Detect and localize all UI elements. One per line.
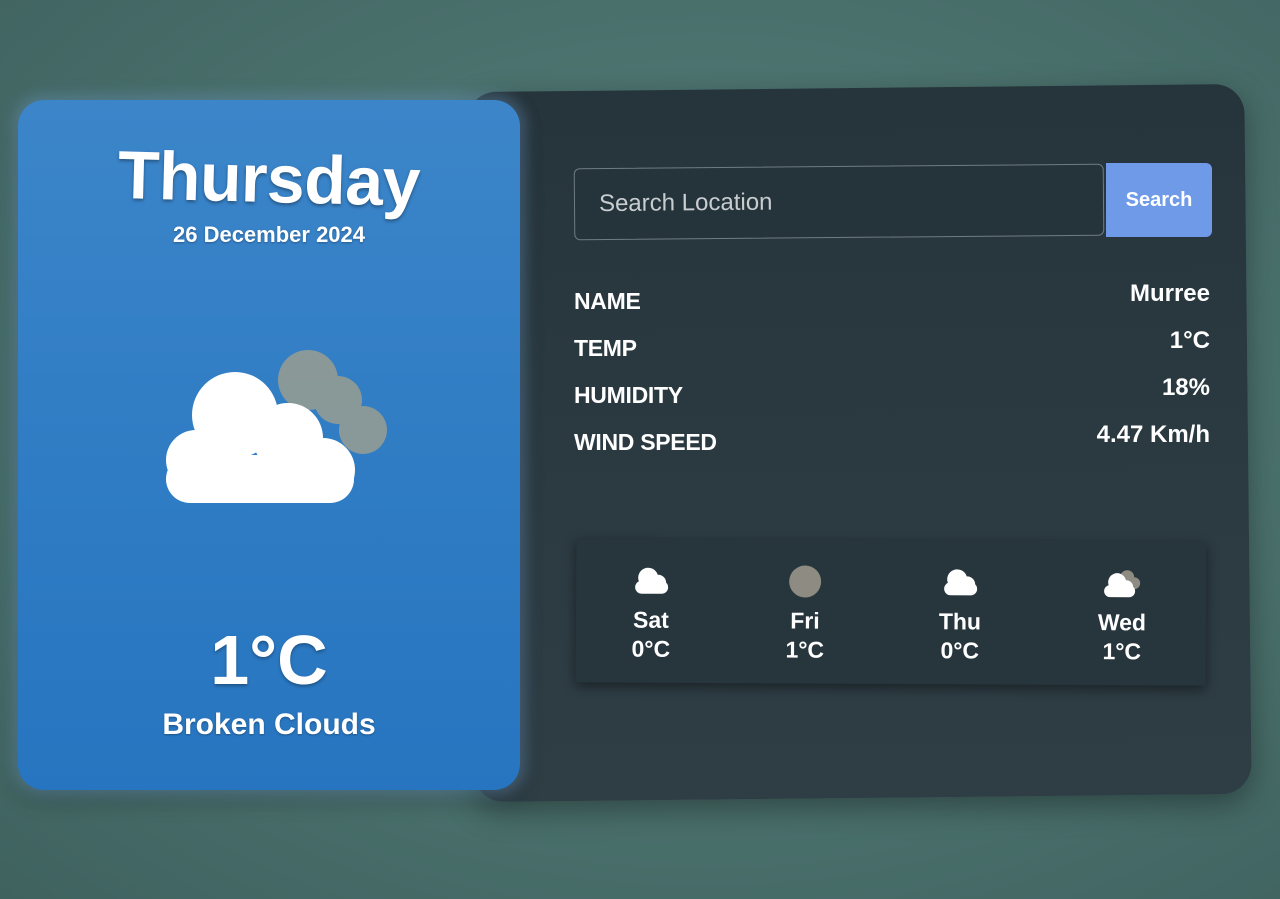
moon-icon xyxy=(789,565,822,598)
detail-label: HUMIDITY xyxy=(574,382,683,408)
detail-value: 4.47 Km/h xyxy=(1096,421,1210,448)
detail-label: WIND SPEED xyxy=(574,429,717,455)
broken-clouds-icon xyxy=(1104,570,1141,598)
detail-row-name: NAME Murree xyxy=(574,278,1210,325)
forecast-day: Sat xyxy=(632,606,669,633)
cloud-icon xyxy=(635,567,669,594)
forecast-day: Thu xyxy=(938,608,982,635)
forecast-strip: Sat 0°C Fri 1°C Thu 0°C Wed 1°C xyxy=(575,538,1207,686)
search-input[interactable] xyxy=(573,163,1105,241)
detail-label: TEMP xyxy=(574,335,637,361)
detail-row-wind-speed: WIND SPEED 4.47 Km/h xyxy=(574,419,1210,466)
broken-clouds-icon xyxy=(166,350,387,503)
current-date: 26 December 2024 xyxy=(172,222,366,247)
forecast-item: Fri 1°C xyxy=(745,563,866,664)
detail-value: 18% xyxy=(1161,374,1210,401)
forecast-day: Fri xyxy=(790,607,820,634)
current-weather-card: Thursday 26 December 2024 1°C Broken Clo… xyxy=(18,100,520,790)
detail-value: 1°C xyxy=(1169,327,1210,354)
forecast-temp: 1°C xyxy=(1102,638,1142,665)
forecast-item: Sat 0°C xyxy=(591,562,712,663)
detail-label: NAME xyxy=(574,288,641,314)
weather-details-list: NAME Murree TEMP 1°C HUMIDITY 18% WIND S… xyxy=(574,278,1210,466)
forecast-temp: 1°C xyxy=(785,636,825,663)
forecast-temp: 0°C xyxy=(631,635,671,662)
search-button[interactable]: Search xyxy=(1106,163,1212,237)
forecast-item: Thu 0°C xyxy=(900,564,1021,665)
weather-description: Broken Clouds xyxy=(162,708,376,741)
detail-row-temp: TEMP 1°C xyxy=(574,325,1210,372)
detail-row-humidity: HUMIDITY 18% xyxy=(574,372,1210,419)
forecast-day: Wed xyxy=(1097,609,1147,636)
forecast-item: Wed 1°C xyxy=(1062,565,1183,666)
cloud-icon xyxy=(944,569,978,596)
detail-value: Murree xyxy=(1129,280,1210,307)
current-day: Thursday xyxy=(117,137,421,221)
current-temperature: 1°C xyxy=(210,621,328,699)
forecast-temp: 0°C xyxy=(940,637,980,664)
